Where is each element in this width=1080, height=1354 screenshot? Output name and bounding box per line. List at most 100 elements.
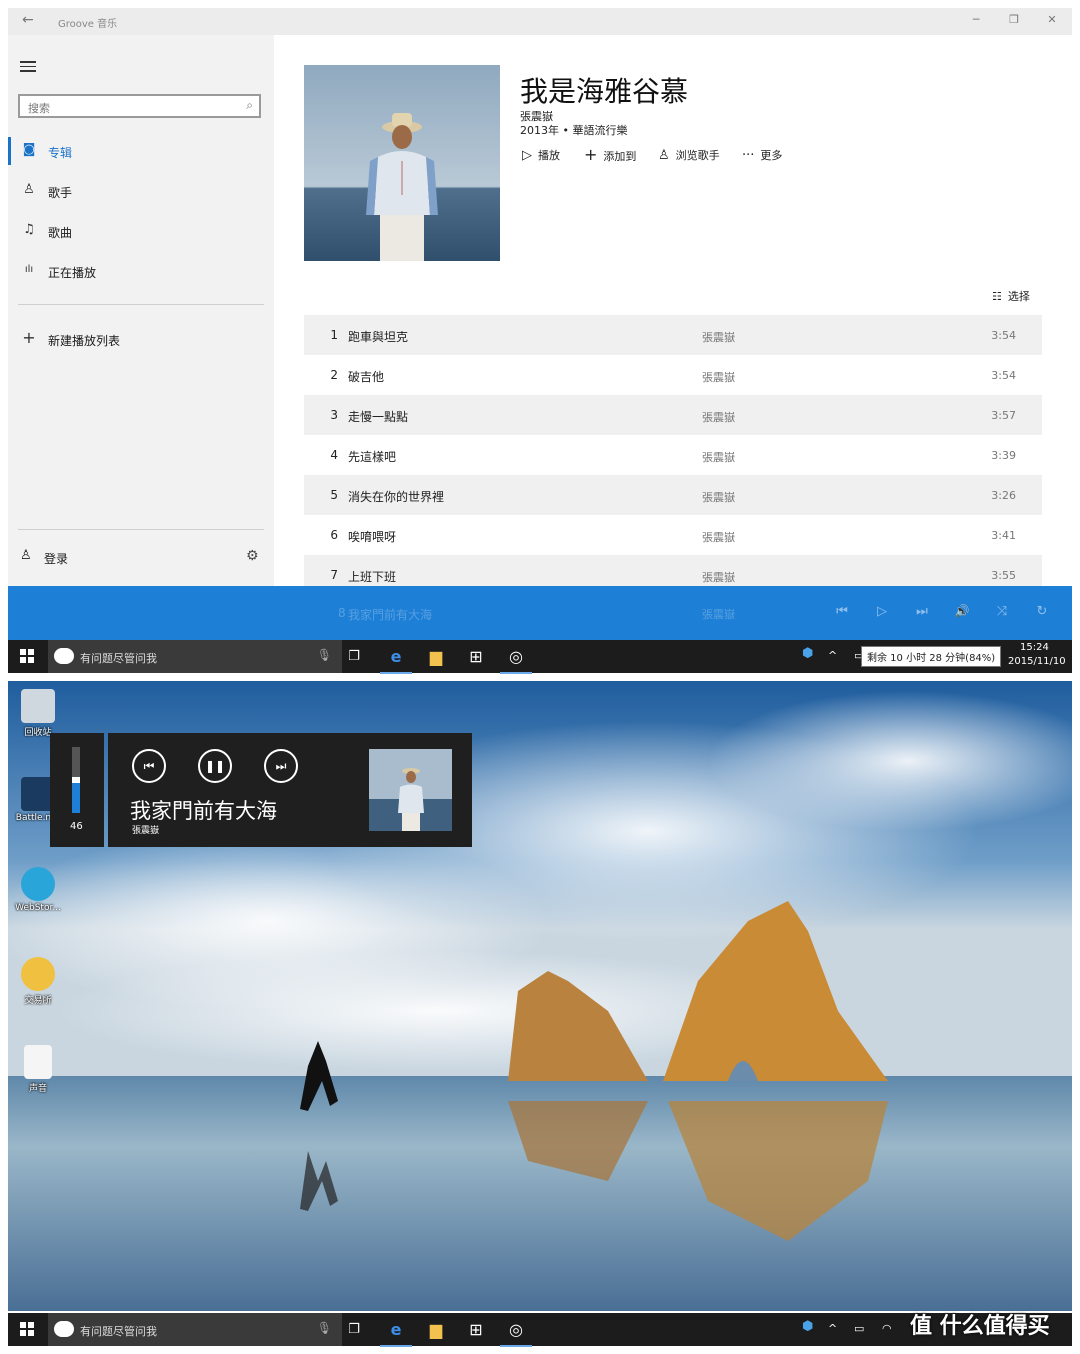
album-cover[interactable] [304, 65, 500, 261]
new-playlist-button[interactable]: + 新建播放列表 [8, 325, 274, 353]
clock-date[interactable]: 2015/11/10 [1008, 656, 1066, 667]
more-label: 更多 [760, 149, 783, 162]
edge-icon[interactable]: e [380, 646, 412, 674]
more-button[interactable]: ··· 更多 [742, 147, 782, 163]
track-title: 先這樣吧 [348, 450, 397, 464]
play-icon: ▷ [522, 148, 532, 163]
desktop-icon-label: 回收站 [24, 728, 52, 738]
doc-icon [24, 1045, 52, 1079]
task-view-icon[interactable]: ❐ [342, 1319, 366, 1341]
track-artist[interactable]: 張震嶽 [702, 329, 735, 345]
pause-button[interactable]: ❚❚ [198, 749, 232, 783]
repeat-button[interactable]: ↻ [1032, 604, 1052, 619]
track-title: 破吉他 [348, 370, 385, 384]
track-artist[interactable]: 張震嶽 [702, 529, 735, 545]
microphone-icon[interactable]: 🎙 [317, 648, 332, 662]
microphone-icon[interactable]: 🎙 [317, 1321, 332, 1335]
ghost-track-number: 8 [338, 606, 346, 620]
search-input[interactable]: 搜索 ⌕ [18, 94, 261, 118]
battery-icon[interactable]: ▭ [854, 1322, 864, 1335]
track-artist[interactable]: 張震嶽 [702, 449, 735, 465]
tray-app-icon[interactable]: ⬢ [802, 646, 813, 661]
clock-time[interactable]: 15:24 [1020, 642, 1049, 653]
edge-icon[interactable]: e [380, 1319, 412, 1347]
kt-shortcut[interactable]: 交易所 [8, 957, 68, 1006]
previous-track-button[interactable]: ⏮ [132, 749, 166, 783]
volume-slider[interactable] [72, 747, 80, 813]
browse-artist-label: 浏览歌手 [675, 149, 720, 162]
close-button[interactable]: ✕ [1042, 13, 1062, 26]
track-artist[interactable]: 張震嶽 [702, 409, 735, 425]
sidebar-item-label: 正在播放 [48, 266, 97, 280]
artist-icon: ♙ [23, 182, 35, 197]
new-playlist-label: 新建播放列表 [48, 334, 121, 348]
chevron-up-icon[interactable]: ^ [828, 1322, 837, 1335]
login-button[interactable]: ♙ 登录 ⚙ [8, 540, 274, 580]
windows-start-icon[interactable] [20, 1322, 34, 1336]
track-row[interactable]: 6 唉唷喂呀 張震嶽 3:41 [304, 515, 1042, 555]
browse-artist-button[interactable]: ♙ 浏览歌手 [658, 147, 720, 163]
groove-music-icon[interactable]: ◎ [500, 646, 532, 674]
settings-icon[interactable]: ⚙ [246, 548, 259, 564]
track-row[interactable]: 7 上班下班 張震嶽 3:55 [304, 555, 1042, 586]
track-artist[interactable]: 張震嶽 [702, 569, 735, 585]
doc-shortcut[interactable]: 声音 [8, 1045, 68, 1094]
restore-button[interactable]: ❐ [1004, 13, 1024, 26]
sidebar-item-artists[interactable]: ♙ 歌手 [8, 177, 274, 205]
webstorm-icon [21, 867, 55, 901]
track-row[interactable]: 1 跑車與坦克 張震嶽 3:54 [304, 315, 1042, 355]
prev-button[interactable]: ⏮ [832, 604, 852, 619]
track-duration: 3:54 [991, 369, 1016, 382]
play-button[interactable]: ▷ [872, 604, 892, 619]
track-row[interactable]: 4 先這樣吧 張震嶽 3:39 [304, 435, 1042, 475]
sidebar-item-label: 歌曲 [48, 226, 73, 240]
add-to-label: 添加到 [603, 150, 637, 163]
track-artist[interactable]: 張震嶽 [702, 489, 735, 505]
next-track-button[interactable]: ⏭ [264, 749, 298, 783]
sidebar-item-songs[interactable]: ♫ 歌曲 [8, 217, 274, 245]
more-icon: ··· [742, 148, 755, 163]
shuffle-button[interactable]: ⤨ [992, 604, 1012, 619]
cortana-search-box[interactable]: 有问题尽管问我 🎙 [48, 640, 342, 673]
tray-app-icon[interactable]: ⬢ [802, 1319, 813, 1334]
store-icon[interactable]: ⊞ [464, 1319, 488, 1341]
divider [18, 529, 264, 530]
play-button[interactable]: ▷ 播放 [522, 147, 560, 163]
task-view-icon[interactable]: ❐ [342, 646, 366, 668]
wifi-icon[interactable]: ◠ [882, 1322, 892, 1335]
webstorm-shortcut[interactable]: WebStor... [8, 867, 68, 913]
sidebar-item-now-playing[interactable]: ılı 正在播放 [8, 257, 274, 285]
watermark: 值 什么值得买 [910, 1314, 1050, 1339]
sidebar-item-albums[interactable]: ◙ 专辑 [8, 137, 274, 165]
recycle-bin-shortcut[interactable]: 回收站 [8, 689, 68, 738]
groove-music-icon[interactable]: ◎ [500, 1319, 532, 1347]
select-button[interactable]: ☷ 选择 [992, 288, 1030, 304]
now-playing-icon: ılı [24, 264, 34, 275]
volume-button[interactable]: 🔊 [952, 604, 972, 618]
minimize-button[interactable]: ─ [966, 13, 986, 26]
cortana-search-box[interactable]: 有问题尽管问我 🎙 [48, 1313, 342, 1346]
next-button[interactable]: ⏭ [912, 604, 932, 619]
track-number: 6 [330, 528, 338, 542]
windows-start-icon[interactable] [20, 649, 34, 663]
track-duration: 3:39 [991, 449, 1016, 462]
store-icon[interactable]: ⊞ [464, 646, 488, 668]
file-explorer-icon[interactable]: ▆ [424, 646, 448, 668]
search-icon[interactable]: ⌕ [246, 98, 253, 113]
media-thumbnail [369, 749, 452, 831]
track-row[interactable]: 5 消失在你的世界裡 張震嶽 3:26 [304, 475, 1042, 515]
chevron-up-icon[interactable]: ^ [828, 649, 837, 662]
track-row[interactable]: 3 走慢一點點 張震嶽 3:57 [304, 395, 1042, 435]
album-title: 我是海雅谷慕 [520, 75, 689, 108]
volume-slider-fill [72, 783, 80, 813]
sidebar: 搜索 ⌕ ◙ 专辑 ♙ 歌手 ♫ 歌曲 ılı 正在播放 + 新建播放列表 ♙ [8, 35, 274, 586]
file-explorer-icon[interactable]: ▆ [424, 1319, 448, 1341]
volume-flyout: 46 [50, 733, 104, 847]
hamburger-menu-icon[interactable] [20, 61, 36, 75]
track-artist[interactable]: 張震嶽 [702, 369, 735, 385]
sidebar-item-label: 歌手 [48, 186, 73, 200]
track-row[interactable]: 2 破吉他 張震嶽 3:54 [304, 355, 1042, 395]
add-to-button[interactable]: + 添加到 [584, 145, 636, 164]
back-icon[interactable]: ← [22, 12, 34, 28]
volume-slider-thumb[interactable] [72, 777, 80, 783]
